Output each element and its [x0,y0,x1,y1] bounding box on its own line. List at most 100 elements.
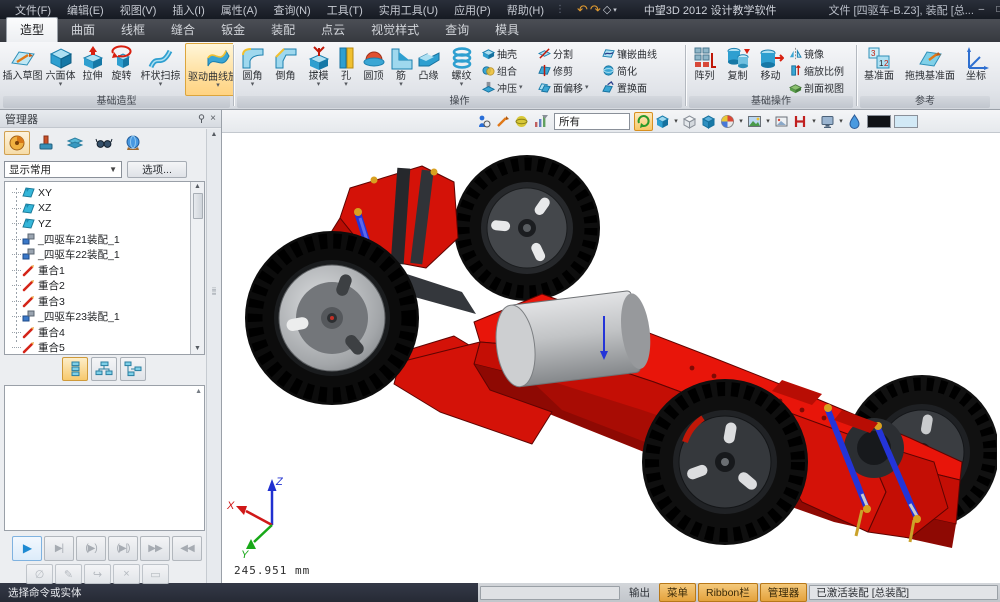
chamfer-button[interactable]: 倒角 [269,43,302,96]
background-color-swatch-2[interactable] [894,115,918,128]
tab-shape[interactable]: 造型 [6,17,58,42]
wheel-front-left[interactable] [245,231,419,405]
fillet-button[interactable]: 圆角▾ [236,43,269,96]
scroll-down-icon[interactable]: ▼ [194,344,201,354]
divide-button[interactable]: 分割 [538,45,602,62]
menu-utilities[interactable]: 实用工具(U) [371,0,446,19]
datum-plane-button[interactable]: 312基准面 [859,43,899,96]
panel-close-icon[interactable]: × [210,113,216,124]
menu-toggle-button[interactable]: 菜单 [659,583,696,602]
replay-play-to-button[interactable]: (▶) [76,536,106,561]
dropdown-caret-icon[interactable]: ▾ [810,117,818,125]
suppress-button[interactable]: ▭ [142,564,169,584]
combine-button[interactable]: 组合 [482,62,538,79]
box-button[interactable]: 六面体▾ [43,43,78,96]
pick-filter-pen-icon[interactable] [493,112,512,131]
face-offset-button[interactable]: 面偏移▾ [538,79,602,96]
revolve-button[interactable]: 旋转 [107,43,136,96]
drag-datum-plane-button[interactable]: 拖拽基准面 [899,43,961,96]
replay-step-button[interactable]: ▶| [44,536,74,561]
imprint-curve-button[interactable]: 镶嵌曲线 [602,45,672,62]
delete-button[interactable]: × [113,564,140,584]
shell-button[interactable]: 抽壳 [482,45,538,62]
dome-button[interactable]: 圆顶 [357,43,390,96]
scroll-up-icon[interactable]: ▲ [195,388,202,395]
tree-item-constraint[interactable]: 重合3 [9,294,190,310]
ribbon-toggle-button[interactable]: Ribbon栏 [698,583,758,602]
mirror-button[interactable]: 镜像 [789,45,855,62]
tree-item-constraint[interactable]: 重合1 [9,263,190,279]
tab-mold[interactable]: 模具 [482,18,532,42]
dropdown-caret-icon[interactable]: ▾ [59,82,63,88]
draft-button[interactable]: 拔模▾ [302,43,335,96]
minimize-button[interactable]: – [974,2,989,17]
dropdown-caret-icon[interactable]: ▾ [251,82,255,88]
replace-face-button[interactable]: 置换面 [602,79,672,96]
copy-button[interactable]: 复制 [721,43,754,96]
pick-sphere-icon[interactable] [512,112,531,131]
output-toggle-button[interactable]: 输出 [622,584,657,601]
tab-point-cloud[interactable]: 点云 [308,18,358,42]
tab-assembly[interactable]: 装配 [258,18,308,42]
wireframe-display-icon[interactable] [680,112,699,131]
replay-skip-to-button[interactable]: (▶|) [108,536,138,561]
pick-entity-icon[interactable] [474,112,493,131]
redo-icon[interactable]: ↷ [590,2,601,17]
view-manager-button[interactable] [120,131,146,155]
section-view-button[interactable]: 剖面视图 [789,79,855,96]
info-list-box[interactable]: ▲ [4,385,205,531]
background-image-icon[interactable] [745,112,764,131]
selection-filter-input[interactable]: 所有 [554,113,630,130]
scroll-up-icon[interactable]: ▲ [194,182,201,192]
shaded-display-icon[interactable] [653,112,672,131]
dropdown-caret-icon[interactable]: ▾ [159,82,163,88]
simplify-button[interactable]: 简化 [602,62,672,79]
tab-heal[interactable]: 缝合 [158,18,208,42]
3d-model-car-chassis[interactable]: Z X Y 245.951 mm [222,110,997,583]
tree-item-constraint[interactable]: 重合2 [9,278,190,294]
dropdown-caret-icon[interactable]: ▾ [519,85,523,91]
menu-applications[interactable]: 应用(P) [446,0,499,19]
tree-view-button[interactable] [91,357,117,381]
scroll-up-icon[interactable]: ▲ [211,131,218,138]
boss-button[interactable]: 凸缘 [412,43,445,96]
wheel-front-right[interactable] [642,379,808,545]
tab-inquire[interactable]: 查询 [432,18,482,42]
layer-manager-button[interactable] [62,131,88,155]
swept-rod-button[interactable]: 杆状扫掠▾ [136,43,185,96]
selection-filter-icon[interactable]: ◇ [603,2,611,17]
status-input-field[interactable] [480,586,620,600]
dropdown-caret-icon[interactable]: ▾ [672,117,680,125]
menu-view[interactable]: 视图(V) [112,0,165,19]
menu-edit[interactable]: 编辑(E) [59,0,112,19]
csys-button[interactable]: 坐标 [961,43,991,96]
display-settings-icon[interactable] [818,112,837,131]
tree-item-constraint[interactable]: 重合4 [9,325,190,341]
insert-sketch-button[interactable]: 插入草图 [2,43,43,96]
dropdown-caret-icon[interactable]: ▾ [317,82,321,88]
material-drop-icon[interactable] [845,112,864,131]
undo-icon[interactable]: ↶ [577,2,588,17]
isometric-view-icon[interactable] [699,112,718,131]
render-mode-icon[interactable] [718,112,737,131]
dropdown-caret-icon[interactable]: ▾ [399,82,403,88]
scrollbar-grip[interactable]: ≡≡ [212,288,217,296]
snapshot-icon[interactable] [772,112,791,131]
dropdown-caret-icon[interactable]: ▾ [585,85,589,91]
hierarchy-view-button[interactable] [120,357,146,381]
visual-manager-button[interactable] [91,131,117,155]
menu-inquire[interactable]: 查询(N) [265,0,318,19]
dropdown-caret-icon[interactable]: ▾ [344,82,348,88]
tab-sheet-metal[interactable]: 钣金 [208,18,258,42]
trim-button[interactable]: 修剪 [538,62,602,79]
tree-item-yz[interactable]: YZ [9,216,190,232]
replay-fast-forward-button[interactable]: ▶▶ [140,536,170,561]
assembly-manager-button[interactable] [33,131,59,155]
maximize-button[interactable]: □ [992,2,1000,17]
move-button[interactable]: 移动 [754,43,787,96]
edit-sketch-button[interactable]: ✎ [55,564,82,584]
tree-item-component[interactable]: _四驱车23装配_1 [9,309,190,325]
quick-access-dropdown-icon[interactable]: ▾ [613,2,617,17]
tree-item-xy[interactable]: XY [9,185,190,201]
thread-button[interactable]: 螺纹▾ [445,43,478,96]
